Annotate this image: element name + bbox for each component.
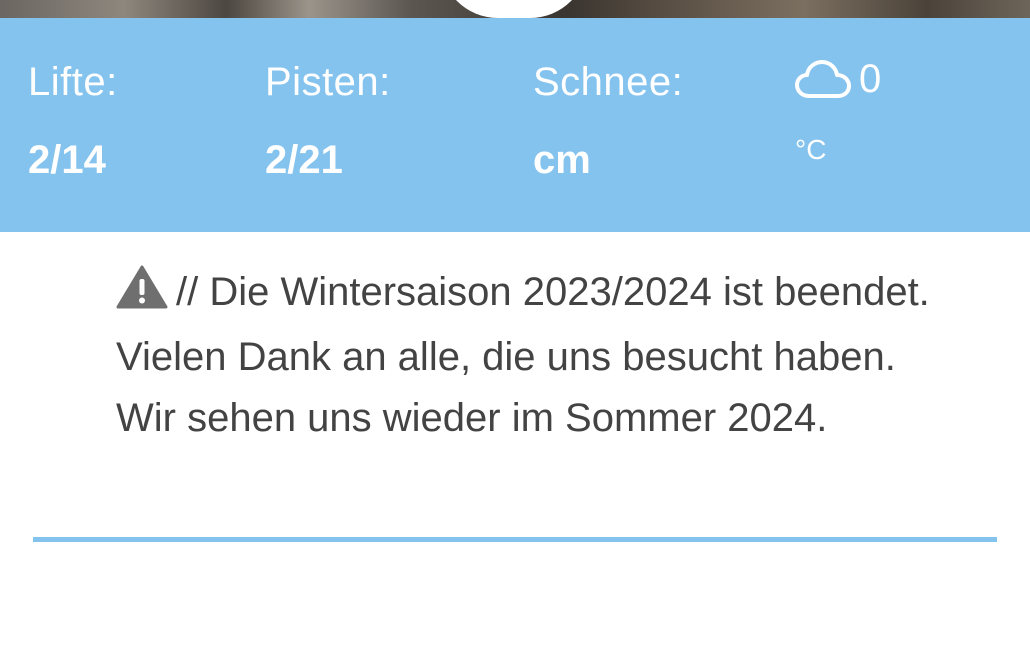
lifts-value: 2/14 [28,138,106,182]
snow-value: cm [533,138,591,182]
hero-image [0,0,1030,18]
lifts-label: Lifte: [28,60,118,104]
slopes-label: Pisten: [265,60,391,104]
temperature-unit: °C [795,134,827,165]
slopes-value: 2/21 [265,138,343,182]
notice-text: // Die Wintersaison 2023/2024 ist beende… [116,270,930,440]
temperature-value: 0 [859,57,882,101]
resort-status-bar: Lifte: 2/14 Pisten: 2/21 Schnee: cm 0 °C [0,18,1030,232]
season-notice: // Die Wintersaison 2023/2024 ist beende… [116,262,936,449]
cloud-icon [795,58,851,100]
snow-label: Schnee: [533,60,684,104]
logo-badge [440,0,588,18]
warning-icon [116,265,168,327]
divider [33,537,997,542]
weather-widget: 0 [795,58,881,100]
